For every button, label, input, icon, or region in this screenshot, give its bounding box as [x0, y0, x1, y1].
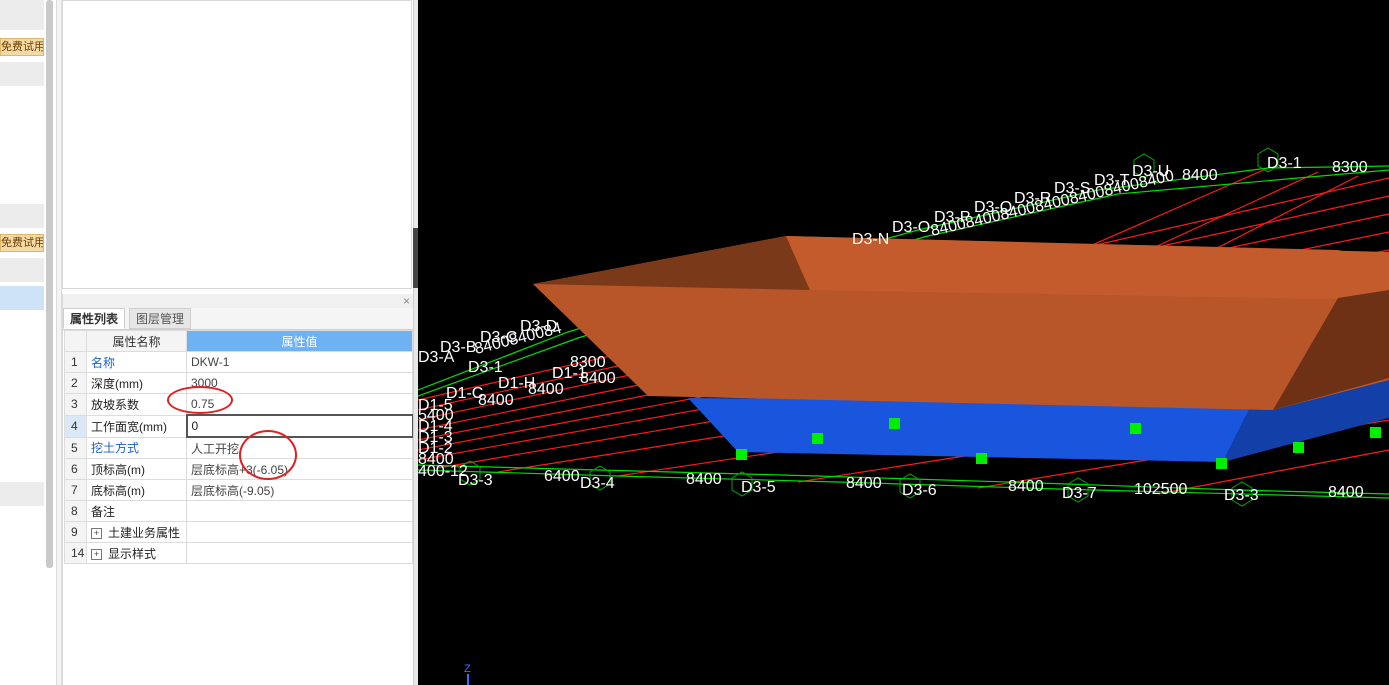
axis-label: 8400 [846, 475, 882, 492]
sidebar-item[interactable] [0, 482, 44, 506]
sidebar-item[interactable] [0, 204, 44, 228]
property-name: 工作面宽(mm) [86, 414, 187, 438]
column-header-value: 属性值 [186, 330, 413, 352]
row-number: 2 [64, 372, 87, 394]
tab-layer-management[interactable]: 图层管理 [129, 308, 192, 329]
row-number: 3 [64, 393, 87, 416]
column-header-number [64, 330, 87, 352]
property-name: 挖土方式 [86, 436, 187, 459]
table-row[interactable]: 1 名称 DKW-1 [64, 351, 413, 373]
axis-label: 6400 [544, 468, 580, 485]
property-value[interactable]: 层底标高+3(-6.05) [186, 458, 413, 480]
property-value[interactable]: 人工开挖 [186, 436, 413, 459]
axis-label: 8400 [478, 392, 514, 409]
axis-label: 102500 [1134, 481, 1187, 498]
property-name: 备注 [86, 500, 187, 522]
axis-label: 8400 [1328, 484, 1364, 501]
property-name: 顶标高(m) [86, 458, 187, 480]
axis-label: 8300 [1332, 159, 1368, 176]
property-tabs: 属性列表 图层管理 [63, 308, 414, 330]
axis-label: D3-3 [1224, 487, 1259, 504]
property-value[interactable]: 层底标高(-9.05) [186, 479, 413, 501]
row-number: 14 [64, 542, 87, 564]
property-name: 显示样式 [108, 546, 157, 561]
axis-label: 8400 [528, 381, 564, 398]
axis-label: D3-7 [1062, 485, 1097, 502]
axis-label: D3-O [892, 219, 930, 236]
property-value[interactable]: 3000 [186, 372, 413, 394]
table-row[interactable]: 5 挖土方式 人工开挖 [64, 436, 413, 459]
component-list-panel [62, 0, 412, 289]
row-number: 8 [64, 500, 87, 522]
axis-label: D3-6 [902, 482, 937, 499]
axis-label: D3-1 [468, 359, 503, 376]
property-value [186, 542, 413, 564]
property-name: 土建业务属性 [108, 525, 181, 540]
free-trial-button[interactable]: 免费试用 [0, 38, 44, 56]
table-row[interactable]: 9 + 土建业务属性 [64, 521, 413, 543]
sidebar-item[interactable] [0, 258, 44, 282]
sidebar-item-selected[interactable] [0, 286, 44, 310]
table-row[interactable]: 7 底标高(m) 层底标高(-9.05) [64, 479, 413, 501]
axis-label: D3-N [852, 231, 889, 248]
property-panel: × 属性列表 图层管理 属性名称 属性值 1 名称 DKW-1 2 深度(mm)… [62, 294, 414, 685]
property-value-editor[interactable]: 0 [185, 414, 414, 438]
property-name: 底标高(m) [86, 479, 187, 501]
row-number: 4 [64, 414, 87, 438]
sidebar-item[interactable] [0, 0, 44, 30]
row-number: 9 [64, 521, 87, 543]
3d-viewport[interactable]: D3-3 6400 D3-4 8400 D3-5 8400 D3-6 8400 … [418, 0, 1389, 685]
row-number: 5 [64, 436, 87, 459]
table-row[interactable]: 14 + 显示样式 [64, 542, 413, 564]
axis-label: 8400 [686, 471, 722, 488]
property-value[interactable] [186, 500, 413, 522]
row-number: 6 [64, 458, 87, 480]
row-number: 7 [64, 479, 87, 501]
close-icon[interactable]: × [403, 294, 410, 308]
z-axis-label: Z [464, 663, 471, 675]
property-panel-titlebar: × [63, 294, 414, 308]
free-trial-button[interactable]: 免费试用 [0, 234, 44, 252]
table-row[interactable]: 4 工作面宽(mm) 0 [64, 414, 414, 438]
tab-property-list[interactable]: 属性列表 [63, 308, 126, 329]
table-row[interactable]: 3 放坡系数 0.75 [64, 393, 413, 416]
property-name: 放坡系数 [86, 393, 187, 416]
property-group[interactable]: + 显示样式 [86, 542, 187, 564]
property-group[interactable]: + 土建业务属性 [86, 521, 187, 543]
axis-label: D3-5 [741, 479, 776, 496]
expand-icon[interactable]: + [91, 527, 102, 539]
table-row[interactable]: 8 备注 [64, 500, 413, 522]
expand-icon[interactable]: + [91, 548, 102, 560]
sidebar-item[interactable] [0, 62, 44, 86]
3d-scene[interactable]: D3-3 6400 D3-4 8400 D3-5 8400 D3-6 8400 … [418, 0, 1389, 685]
table-header-row: 属性名称 属性值 [64, 330, 413, 352]
axis-label: 400-12 [418, 463, 468, 480]
property-value[interactable]: DKW-1 [186, 351, 413, 373]
property-name: 名称 [86, 351, 187, 373]
table-row[interactable]: 2 深度(mm) 3000 [64, 372, 413, 394]
axis-label: 8400 [1008, 478, 1044, 495]
axis-label: 8400 [1182, 167, 1218, 184]
table-row[interactable]: 6 顶标高(m) 层底标高+3(-6.05) [64, 458, 413, 480]
axis-label: D3-B [440, 339, 476, 356]
axis-label: 8400 [580, 370, 616, 387]
row-number: 1 [64, 351, 87, 373]
property-value [186, 521, 413, 543]
column-header-name: 属性名称 [86, 330, 187, 352]
axis-label: D3-1 [1267, 155, 1302, 172]
property-value[interactable]: 0.75 [186, 393, 413, 416]
property-name: 深度(mm) [86, 372, 187, 394]
sidebar-scrollbar[interactable] [46, 0, 53, 568]
left-sidebar: 免费试用 免费试用 [0, 0, 44, 685]
property-table: 属性名称 属性值 1 名称 DKW-1 2 深度(mm) 3000 3 放坡系数… [64, 330, 414, 564]
axis-label: D3-4 [580, 475, 615, 492]
